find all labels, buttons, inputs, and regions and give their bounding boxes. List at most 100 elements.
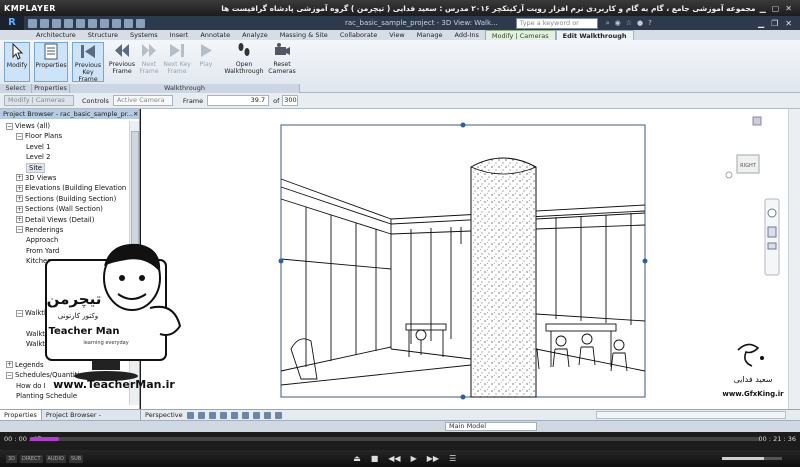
rewind-icon[interactable]: ◀◀ — [388, 454, 400, 463]
zoom-menu-icon[interactable] — [767, 242, 777, 250]
browser-item[interactable]: + Sections (Wall Section) — [0, 204, 128, 214]
minimize-icon[interactable]: ▁ — [760, 4, 766, 13]
show-crop-icon[interactable] — [241, 411, 249, 419]
browser-item[interactable]: +3D Views — [0, 173, 128, 183]
drawing-area[interactable]: RIGHT — [141, 109, 788, 409]
3d-view-icon[interactable] — [112, 18, 121, 28]
revit-app-button[interactable]: R — [0, 16, 24, 30]
seek-bar[interactable] — [30, 437, 760, 441]
browser-item[interactable]: + Sections (Building Section) — [0, 194, 128, 204]
context-selector[interactable]: Modify | Cameras — [4, 95, 74, 106]
print-icon[interactable] — [76, 18, 85, 28]
close-icon[interactable]: ✕ — [785, 4, 792, 13]
crop-handle-bottom[interactable] — [460, 394, 466, 400]
expand-icon[interactable]: + — [16, 216, 23, 224]
visual-style-icon[interactable] — [186, 411, 194, 419]
app-restore-icon[interactable]: ❐ — [771, 19, 778, 28]
app-minimize-icon[interactable]: ▁ — [758, 19, 764, 28]
previous-key-frame-button[interactable]: Previous Key Frame — [72, 42, 104, 83]
search-input[interactable]: Type a keyword or phrase — [515, 17, 598, 36]
tab-architecture[interactable]: Architecture — [30, 30, 82, 40]
render-icon[interactable] — [219, 411, 227, 419]
save-icon[interactable] — [40, 18, 49, 28]
properties-button[interactable]: Properties — [34, 42, 68, 82]
section-icon[interactable] — [124, 18, 133, 28]
close-icon[interactable]: ✕ — [133, 109, 139, 119]
crop-view-icon[interactable] — [230, 411, 238, 419]
frame-input[interactable]: 39.7 — [207, 95, 270, 106]
previous-frame-button[interactable]: Previous Frame — [106, 42, 138, 82]
total-frames-input[interactable]: 300 — [282, 95, 299, 106]
tab-systems[interactable]: Systems — [124, 30, 164, 40]
home-icon[interactable] — [725, 171, 733, 179]
tab-add-ins[interactable]: Add-Ins — [449, 30, 485, 40]
collapse-icon[interactable]: − — [6, 371, 13, 379]
maximize-icon[interactable]: ▢ — [772, 4, 780, 13]
collapse-icon[interactable]: − — [16, 226, 23, 234]
next-frame-button[interactable]: Next Frame — [138, 42, 160, 82]
user-icon[interactable]: ● — [637, 19, 643, 28]
crop-region[interactable] — [280, 124, 646, 398]
badge-3d[interactable]: 3D — [6, 454, 18, 463]
collapse-icon[interactable]: − — [16, 309, 23, 317]
fast-forward-icon[interactable]: ▶▶ — [427, 454, 439, 463]
shadows-icon[interactable] — [208, 411, 216, 419]
measure-icon[interactable] — [88, 18, 97, 28]
thin-lines-icon[interactable] — [136, 18, 145, 28]
browser-item[interactable]: − Floor Plans — [0, 131, 128, 141]
crop-handle-left[interactable] — [278, 258, 284, 264]
expand-icon[interactable]: + — [16, 174, 23, 182]
tab-manage[interactable]: Manage — [411, 30, 449, 40]
browser-item[interactable]: + Detail Views (Detail) — [0, 215, 128, 225]
expand-icon[interactable]: + — [6, 361, 13, 369]
tab-properties[interactable]: Properties — [0, 410, 42, 420]
playlist-icon[interactable]: ☰ — [449, 454, 456, 463]
browser-item[interactable]: + Elevations (Building Elevation — [0, 183, 128, 193]
browser-item[interactable]: Site — [0, 162, 128, 173]
help-icon[interactable]: ? — [648, 19, 652, 28]
tab-project-browser[interactable]: Project Browser - rac_basic_... — [42, 410, 141, 429]
horizontal-scrollbar[interactable] — [596, 411, 786, 419]
tab-massing-site[interactable]: Massing & Site — [274, 30, 334, 40]
tab-view[interactable]: View — [383, 30, 410, 40]
communication-icon[interactable]: ◉ — [615, 19, 621, 28]
sun-path-icon[interactable] — [197, 411, 205, 419]
badge-direct[interactable]: DIRECT — [20, 454, 43, 463]
view-scrollbar[interactable] — [788, 109, 800, 409]
expand-icon[interactable]: + — [16, 205, 23, 213]
search-icon[interactable]: ⌕ — [606, 19, 610, 28]
open-icon[interactable] — [28, 18, 37, 28]
crop-handle-right[interactable] — [642, 258, 648, 264]
collapse-icon[interactable]: − — [16, 132, 23, 140]
badge-audio[interactable]: AUDIO — [45, 454, 66, 463]
play-button[interactable]: Play — [196, 42, 216, 82]
hide-isolate-icon[interactable] — [263, 411, 271, 419]
browser-item[interactable]: − Views (all) — [0, 121, 128, 131]
tab-structure[interactable]: Structure — [82, 30, 124, 40]
undo-icon[interactable] — [52, 18, 61, 28]
tab-annotate[interactable]: Annotate — [194, 30, 236, 40]
text-icon[interactable] — [100, 18, 109, 28]
expand-icon[interactable]: + — [16, 195, 23, 203]
browser-item[interactable]: Level 1 — [0, 142, 128, 152]
lock-icon[interactable] — [252, 411, 260, 419]
stop-icon[interactable]: ■ — [371, 454, 379, 463]
reveal-hidden-icon[interactable] — [274, 411, 282, 419]
badge-sub[interactable]: SUB — [68, 454, 84, 463]
play-icon[interactable]: ▶ — [411, 454, 417, 463]
tab-modify-cameras[interactable]: Modify | Cameras — [484, 30, 556, 40]
app-close-icon[interactable]: ✕ — [785, 19, 792, 28]
browser-item[interactable]: − Renderings — [0, 225, 128, 235]
viewcube[interactable]: RIGHT — [725, 154, 760, 179]
redo-icon[interactable] — [64, 18, 73, 28]
next-key-frame-button[interactable]: Next Key Frame — [160, 42, 194, 82]
modify-button[interactable]: Modify — [4, 42, 30, 82]
workset-dropdown[interactable]: Main Model — [445, 422, 537, 431]
open-walkthrough-button[interactable]: Open Walkthrough — [222, 42, 266, 82]
tab-edit-walkthrough[interactable]: Edit Walkthrough — [555, 30, 634, 40]
fullscreen-icon[interactable] — [752, 116, 762, 126]
browser-item[interactable]: Level 2 — [0, 152, 128, 162]
steering-wheel-icon[interactable] — [767, 208, 777, 218]
controls-dropdown[interactable]: Active Camera — [112, 95, 173, 106]
expand-icon[interactable]: + — [16, 184, 23, 192]
